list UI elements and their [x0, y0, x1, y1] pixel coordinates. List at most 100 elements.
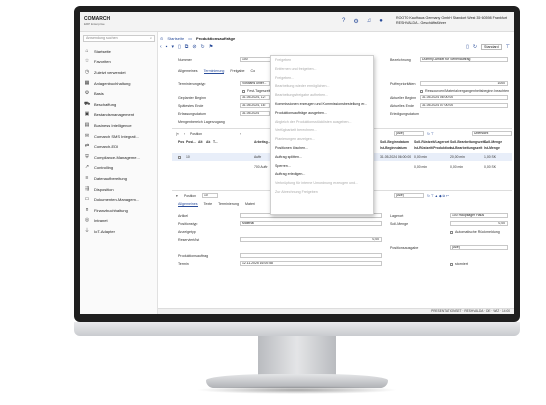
building-icon: ▦: [84, 79, 90, 86]
settings-icon[interactable]: ⚙: [353, 18, 358, 25]
col-soll-beginn[interactable]: Soll-Beginndatum: [380, 140, 409, 144]
sidebar-item-startseite[interactable]: ⌂ Startseite: [80, 46, 158, 57]
fest-checkbox-box[interactable]: [242, 89, 245, 93]
chevron-down-icon[interactable]: ▾: [171, 44, 174, 52]
sidebar-item-zuletzt-verwendet[interactable]: ◷ Zuletzt verwendet: [80, 67, 158, 78]
geplanter-beginn-field[interactable]: 31.05.2024, 12:: [240, 95, 270, 100]
search-icon[interactable]: ⌕: [150, 36, 152, 41]
produktion-field[interactable]: [240, 253, 382, 258]
storniert-checkbox-box[interactable]: [450, 262, 453, 266]
akt-beginn-field[interactable]: 31.05.2024 06:00:00: [420, 95, 508, 100]
filter-icon[interactable]: ⊤: [506, 44, 510, 50]
termin-field[interactable]: 12.11.2025 16:00:58: [240, 261, 382, 266]
akt-ende-field[interactable]: 31.05.2024 07:00:00: [420, 103, 508, 108]
sidebar-item-business-intelligence[interactable]: ▤ Business Intelligence: [80, 120, 158, 131]
user-info[interactable]: ROOT0 Kaufhaus Germany GmbH Standort Wes…: [396, 16, 512, 26]
copy-icon[interactable]: ⧉: [185, 44, 189, 52]
notification-icon[interactable]: ♫: [367, 18, 372, 25]
col-soll-ruest[interactable]: Soll-Rüstzeit/Lagerort: [414, 140, 449, 144]
save-icon[interactable]: ▪: [166, 44, 168, 52]
view-select[interactable]: Standard: [481, 44, 502, 50]
row1-checkbox[interactable]: [178, 155, 183, 159]
grid-tool-icons[interactable]: ↻ ⊤: [427, 132, 434, 136]
menu-item[interactable]: Auftrag erledigen...: [271, 170, 373, 179]
lagerort-field[interactable]: 100 Hauptlager Haus: [450, 213, 508, 218]
sidebar-item-favoriten[interactable]: ☆ Favoriten: [80, 57, 158, 68]
menu-item[interactable]: Positionen löschen...: [271, 144, 373, 153]
refresh-icon[interactable]: ↻: [201, 44, 205, 52]
menu-item[interactable]: Produktionsaufträge ausgeben...: [271, 109, 373, 118]
storniert-checkbox[interactable]: storniert: [450, 262, 468, 266]
search-input[interactable]: Anwendung suchen ⌕: [83, 35, 155, 42]
tab-allgemeines[interactable]: Allgemeines: [178, 69, 198, 74]
tab-pos-texte[interactable]: Texte: [204, 202, 213, 207]
bezeichnung-field[interactable]: Dummy-Artikel für Serienauftrag: [420, 57, 508, 62]
menu-item[interactable]: Auftrag splitten...: [271, 153, 373, 162]
tab-terminierung[interactable]: Terminierung: [203, 69, 225, 74]
auto-checkbox[interactable]: Automatische Rückmeldung: [450, 230, 500, 234]
tab-pos-terminierung[interactable]: Terminierung: [218, 202, 239, 207]
tab-pos-material[interactable]: Materi: [245, 202, 255, 207]
position-nav-icon[interactable]: ▾: [176, 194, 178, 198]
position-tool-icons[interactable]: ↻ ⊤ ▲ ◆ ⧉ ↩: [427, 194, 449, 198]
sidebar-item-finanzbuchhaltung[interactable]: ¤ Finanzbuchhaltung: [80, 205, 158, 216]
sidebar-item-beschaffung[interactable]: ⛟ Beschaffung: [80, 99, 158, 110]
help-icon[interactable]: ?: [342, 18, 345, 25]
sidebar-item-comarch-edi[interactable]: ⇄ Comarch-EDI: [80, 141, 158, 152]
reserviert-field[interactable]: 0,00: [240, 237, 382, 242]
refresh-view-icon[interactable]: ↻: [473, 44, 477, 50]
nav-back-icon[interactable]: ‹: [160, 44, 162, 52]
sollmenge-field[interactable]: 0,00: [450, 221, 508, 226]
position-filter-select[interactable]: (Alle): [394, 193, 424, 198]
grid-filter-select[interactable]: (Alle): [394, 131, 424, 136]
erfassungsdatum-field[interactable]: 31.05.2024: [240, 111, 270, 116]
positionsgabe-select[interactable]: (Alle): [450, 245, 508, 250]
ressourcen-checkbox-box[interactable]: [420, 89, 423, 93]
sidebar-item-intranet[interactable]: ◎ Intranet: [80, 216, 158, 227]
menu-item[interactable]: Sperren...: [271, 162, 373, 171]
sidebar-item-datenaufbereitung[interactable]: ≡ Datenaufbereitung: [80, 173, 158, 184]
grid-overview-select[interactable]: Übersicht: [472, 131, 512, 136]
tab-pos-allgemeines[interactable]: Allgemeines: [178, 202, 198, 207]
sidebar-item-compliance-manageme[interactable]: ⛨ Compliance-Manageme...: [80, 152, 158, 163]
grid-nav-prev-icon[interactable]: ‹: [184, 132, 185, 136]
col-t[interactable]: T...: [213, 140, 218, 144]
sidebar-item-controlling[interactable]: ↗ Controlling: [80, 163, 158, 174]
position-field[interactable]: 10: [202, 193, 218, 198]
sidebar-item-disposition[interactable]: ⇶ Disposition: [80, 184, 158, 195]
col-alt[interactable]: Alt: [198, 140, 203, 144]
document-icon[interactable]: ▯: [466, 44, 469, 50]
col-ak[interactable]: Ak: [206, 140, 210, 144]
grid-nav-first-icon[interactable]: |«: [176, 132, 179, 136]
bezeichnung-label: Bezeichnung: [390, 58, 411, 62]
positionstyp-field[interactable]: Material: [240, 221, 382, 226]
pufferprio-field[interactable]: 1000: [420, 81, 508, 86]
sidebar-item-dokumenten-managem[interactable]: ▭ Dokumenten-Managem...: [80, 194, 158, 205]
sidebar-item-anlagenbuchhaltung[interactable]: ▦ Anlagenbuchhaltung: [80, 78, 158, 89]
grid-nav-next-icon[interactable]: ›: [240, 132, 241, 136]
spaetestes-ende-field[interactable]: 31.05.2024, 16:: [240, 103, 270, 108]
menu-item[interactable]: Kommissionen erzeugen und Kommissionsbes…: [271, 100, 373, 109]
actions-menu-icon[interactable]: ⚑: [209, 44, 213, 52]
tab-freigabe[interactable]: Freigabe: [230, 69, 244, 74]
terminierungstyp-select[interactable]: Vorwärts unter...: [240, 81, 270, 86]
user-icon[interactable]: ●: [379, 18, 383, 25]
back-icon[interactable]: ⊙: [160, 36, 163, 41]
col-soll-menge[interactable]: Soll-Menge: [484, 140, 502, 144]
col-soll-bearb[interactable]: Soll-Bearbeitungszeit...: [450, 140, 488, 144]
delete-icon[interactable]: ⊘: [192, 44, 196, 52]
auto-checkbox-box[interactable]: [450, 230, 453, 234]
sidebar-item-bestandsmanagement[interactable]: ▣ Bestandsmanagement: [80, 110, 158, 121]
tab-more[interactable]: Co: [251, 69, 256, 74]
fest-checkbox[interactable]: Fest-Tageszeit: [242, 89, 270, 93]
breadcrumb-home[interactable]: Startseite: [167, 36, 184, 41]
col-pos[interactable]: Pos: [178, 140, 184, 144]
sidebar-item-basis[interactable]: ⚙ Basis: [80, 88, 158, 99]
col-posi[interactable]: Posi...: [186, 140, 196, 144]
new-document-icon[interactable]: ▯: [178, 44, 181, 52]
fest-label: Fest-Tageszeit: [247, 89, 271, 93]
ressourcen-checkbox[interactable]: Ressourcen/Materialvergangenheitsbeginn …: [420, 89, 509, 93]
sidebar-item-iot-adapter[interactable]: ⏚ IoT-Adapter: [80, 226, 158, 237]
sidebar-item-comarch-sms-integrati[interactable]: ✉ Comarch SMS Integrati...: [80, 131, 158, 142]
col-arbeitsgang[interactable]: Arbeitsg...: [254, 140, 271, 144]
